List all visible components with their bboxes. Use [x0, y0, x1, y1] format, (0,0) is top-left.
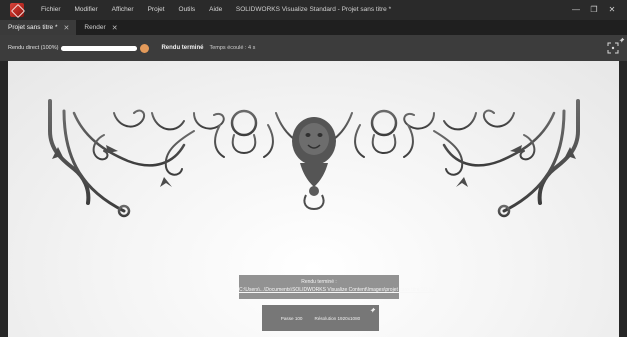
menu-afficher[interactable]: Afficher [105, 0, 141, 20]
menu-bar: Fichier Modifier Afficher Projet Outils … [34, 0, 229, 20]
close-tab-icon[interactable]: ✕ [112, 24, 118, 32]
close-tab-icon[interactable]: ✕ [64, 24, 70, 32]
render-status: Rendu terminé [161, 45, 204, 51]
render-complete-toast: Rendu terminé : C:\Users\...\Documents\S… [239, 275, 435, 299]
restore-button[interactable]: ❐ [585, 0, 603, 20]
wrought-iron-ornament-render [45, 98, 583, 218]
menu-aide[interactable]: Aide [202, 0, 229, 20]
close-window-button[interactable]: ✕ [603, 0, 621, 20]
solidworks-visualize-logo-icon[interactable] [10, 3, 24, 17]
tab-projet-sans-titre[interactable]: Projet sans titre * ✕ [0, 20, 77, 35]
document-tabs: Projet sans titre * ✕ Render ✕ [0, 20, 627, 35]
render-mode-indicator-icon[interactable] [140, 43, 150, 53]
menu-projet[interactable]: Projet [141, 0, 172, 20]
toast-title: Rendu terminé : [301, 279, 337, 285]
menu-outils[interactable]: Outils [172, 0, 203, 20]
render-viewport[interactable]: Rendu terminé : C:\Users\...\Documents\S… [8, 61, 619, 337]
tab-label: Projet sans titre * [8, 24, 58, 31]
render-output-link[interactable]: C:\Users\...\Documents\SOLIDWORKS Visual… [239, 286, 435, 294]
pin-info-icon[interactable] [369, 307, 376, 314]
pass-count: Passe 100 [280, 315, 303, 321]
window-controls: — ❐ ✕ [567, 0, 621, 20]
render-info-panel: Passe 100 Résolution 1920x1080 [262, 305, 379, 331]
render-progress-fill [61, 45, 138, 51]
direct-render-label: Rendu direct (100%) [8, 45, 59, 51]
right-gutter [619, 61, 627, 337]
tab-label: Render [84, 24, 106, 31]
render-progress-bar [61, 45, 138, 51]
left-gutter [0, 61, 8, 337]
fit-view-icon[interactable] [606, 41, 620, 55]
title-bar: Fichier Modifier Afficher Projet Outils … [0, 0, 627, 20]
resolution-label: Résolution 1920x1080 [314, 315, 361, 321]
minimize-button[interactable]: — [567, 0, 585, 20]
menu-modifier[interactable]: Modifier [68, 0, 105, 20]
menu-fichier[interactable]: Fichier [34, 0, 68, 20]
tab-render[interactable]: Render ✕ [76, 20, 124, 35]
elapsed-time: Temps écoulé : 4 s [209, 45, 256, 51]
render-toolbar: Rendu direct (100%) Rendu terminé Temps … [0, 35, 627, 61]
